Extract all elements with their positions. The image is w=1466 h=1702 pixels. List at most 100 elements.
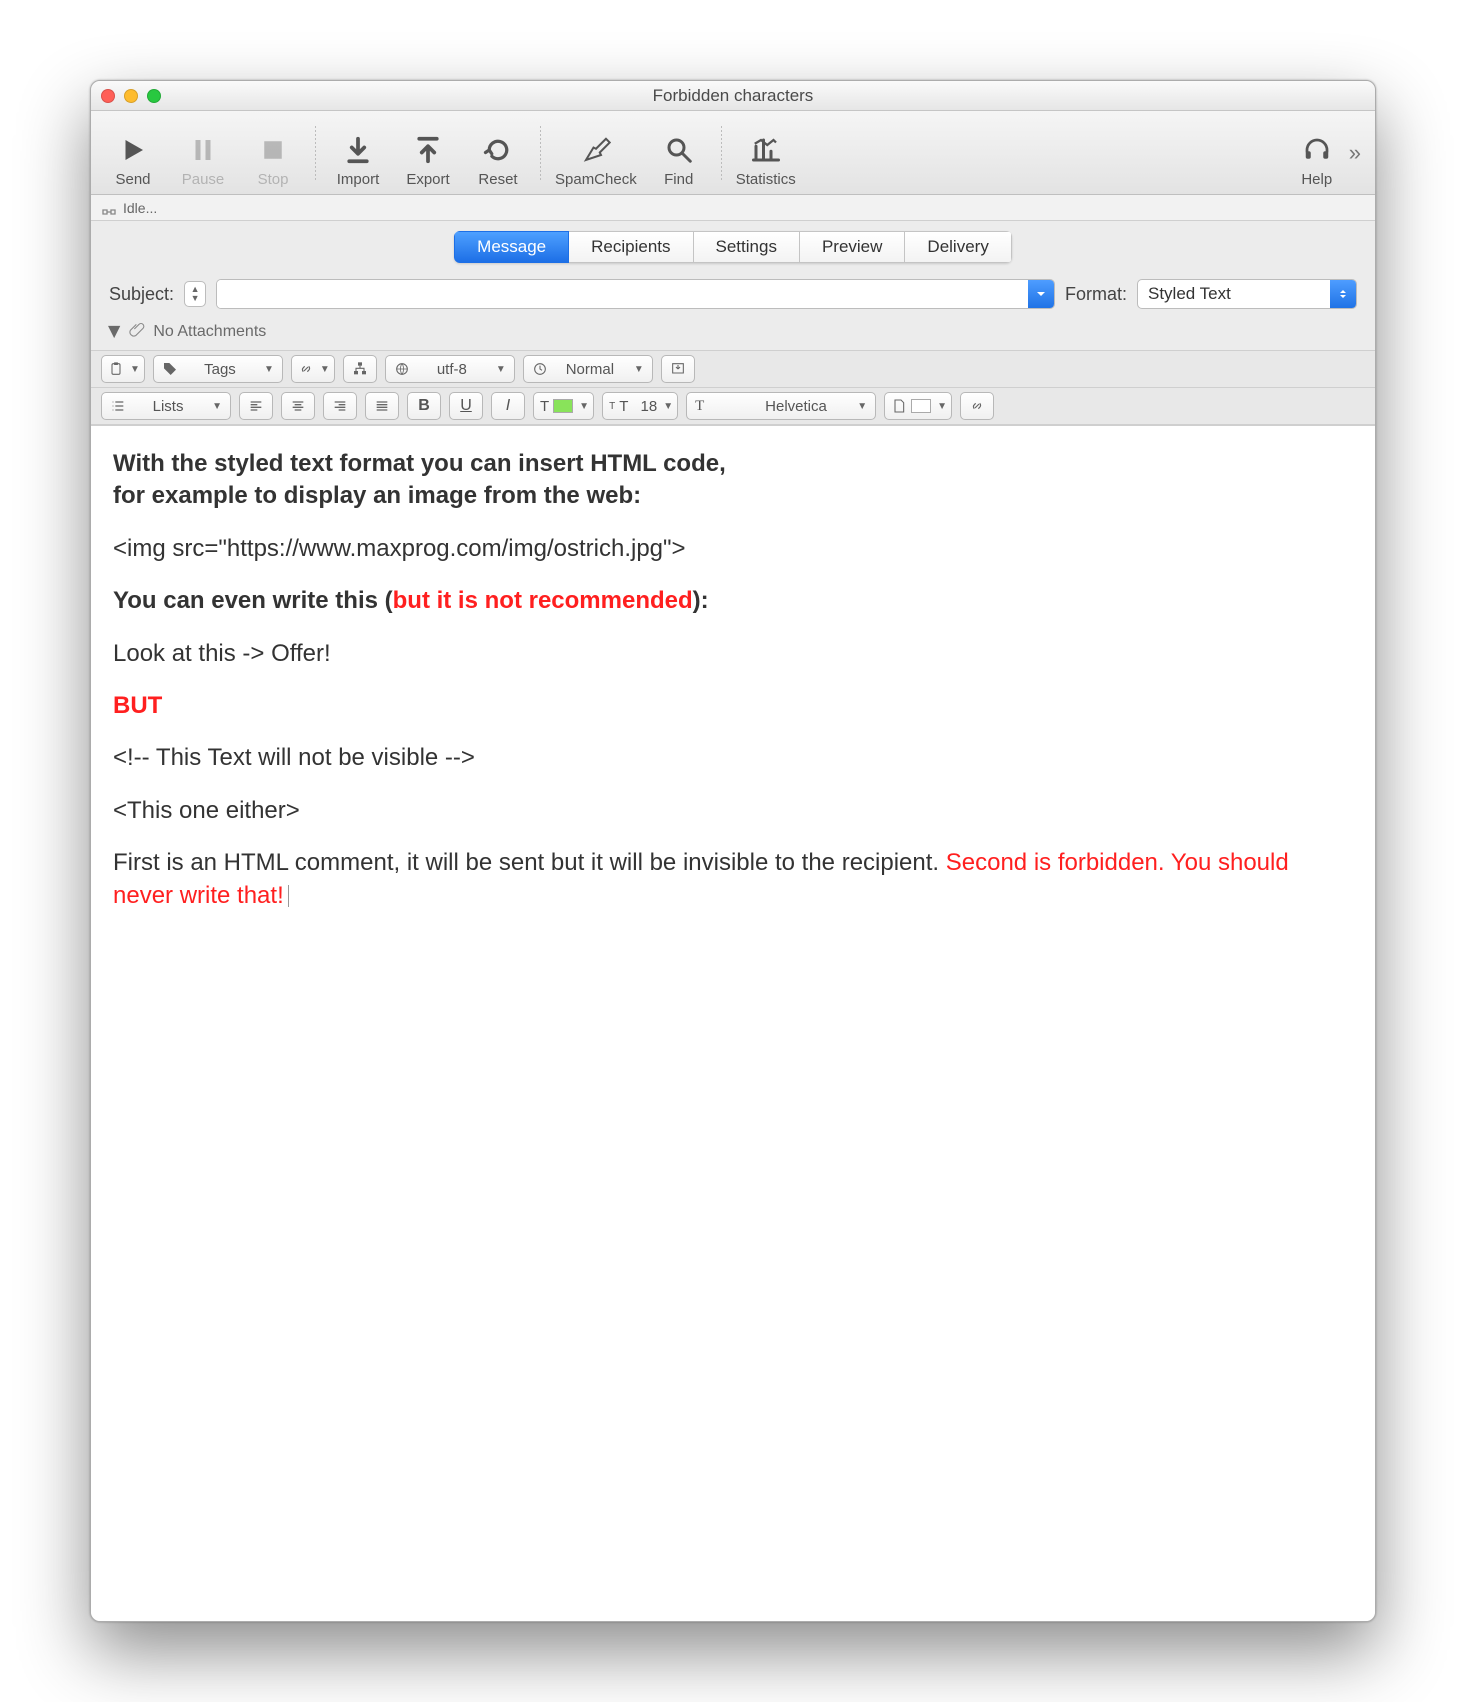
priority-select[interactable]: Normal▼	[523, 355, 653, 383]
spamcheck-button[interactable]: SpamCheck	[555, 133, 637, 188]
tab-preview[interactable]: Preview	[800, 231, 905, 263]
subject-stepper[interactable]: ▲▼	[184, 281, 206, 307]
align-center-button[interactable]	[281, 392, 315, 420]
color-swatch-green	[553, 399, 573, 413]
bold-button[interactable]: B	[407, 392, 441, 420]
window-title: Forbidden characters	[91, 86, 1375, 106]
reset-icon	[481, 133, 515, 167]
titlebar: Forbidden characters	[91, 81, 1375, 111]
align-left-button[interactable]	[239, 392, 273, 420]
priority-value: Normal	[566, 361, 614, 378]
spamcheck-label: SpamCheck	[555, 171, 637, 188]
body-line5: Look at this -> Offer!	[113, 640, 331, 667]
font-size-select[interactable]: TT 18▼	[602, 392, 678, 420]
pause-label: Pause	[182, 171, 225, 188]
subject-field[interactable]	[216, 279, 1055, 309]
tab-bar: Message Recipients Settings Preview Deli…	[91, 221, 1375, 275]
globe-icon	[394, 361, 410, 377]
reset-label: Reset	[478, 171, 517, 188]
chart-icon	[749, 133, 783, 167]
body-line4c: ):	[693, 587, 709, 614]
format-label: Format:	[1065, 284, 1127, 305]
body-line8: <This one either>	[113, 797, 300, 824]
attachments-text: No Attachments	[153, 323, 266, 341]
text-color-button[interactable]: T▼	[533, 392, 594, 420]
body-line2: for example to display an image from the…	[113, 482, 641, 509]
find-label: Find	[664, 171, 693, 188]
tab-message[interactable]: Message	[454, 231, 569, 263]
status-bar: Idle...	[91, 195, 1375, 221]
message-editor[interactable]: With the styled text format you can inse…	[91, 425, 1375, 1621]
subject-input[interactable]	[217, 280, 1028, 308]
main-toolbar: Send Pause Stop Import Export	[91, 111, 1375, 195]
import-button[interactable]: Import	[330, 133, 386, 188]
background-color-button[interactable]: ▼	[884, 392, 952, 420]
attachments-row[interactable]: ▶ No Attachments	[91, 317, 1375, 350]
disclosure-triangle-icon[interactable]: ▶	[105, 325, 125, 337]
body-line7: <!-- This Text will not be visible -->	[113, 744, 475, 771]
font-size-value: 18	[641, 398, 658, 415]
italic-button[interactable]: I	[491, 392, 525, 420]
font-select[interactable]: T Helvetica▼	[686, 392, 876, 420]
inbox-button[interactable]	[661, 355, 695, 383]
align-justify-button[interactable]	[365, 392, 399, 420]
chevron-updown-icon[interactable]	[1330, 280, 1356, 308]
clipboard-button[interactable]: ▼	[101, 355, 145, 383]
pause-icon	[186, 133, 220, 167]
underline-button[interactable]: U	[449, 392, 483, 420]
help-button[interactable]: Help	[1289, 133, 1345, 188]
format-value: Styled Text	[1138, 280, 1330, 308]
status-text: Idle...	[123, 200, 157, 216]
export-button[interactable]: Export	[400, 133, 456, 188]
body-line3: <img src="https://www.maxprog.com/img/os…	[113, 535, 686, 562]
link-button[interactable]: ▼	[291, 355, 335, 383]
subject-label: Subject:	[109, 284, 174, 305]
help-label: Help	[1301, 171, 1332, 188]
search-icon	[662, 133, 696, 167]
send-button[interactable]: Send	[105, 133, 161, 188]
list-icon	[110, 398, 126, 414]
hierarchy-button[interactable]	[343, 355, 377, 383]
body-line6: BUT	[113, 692, 162, 719]
chevron-down-icon[interactable]	[1028, 280, 1054, 308]
lists-value: Lists	[153, 398, 184, 415]
reset-button[interactable]: Reset	[470, 133, 526, 188]
subject-row: Subject: ▲▼ Format: Styled Text	[91, 275, 1375, 317]
encoding-select[interactable]: utf-8▼	[385, 355, 515, 383]
play-icon	[116, 133, 150, 167]
export-icon	[411, 133, 445, 167]
encoding-value: utf-8	[437, 361, 467, 378]
lists-select[interactable]: Lists▼	[101, 392, 231, 420]
body-line9a: First is an HTML comment, it will be sen…	[113, 849, 946, 876]
app-window: Forbidden characters Send Pause Stop Imp…	[90, 80, 1376, 1622]
pause-button: Pause	[175, 133, 231, 188]
find-button[interactable]: Find	[651, 133, 707, 188]
color-swatch-white	[911, 399, 931, 413]
format-select[interactable]: Styled Text	[1137, 279, 1357, 309]
clock-icon	[532, 361, 548, 377]
text-cursor	[288, 885, 289, 907]
statistics-label: Statistics	[736, 171, 796, 188]
tab-delivery[interactable]: Delivery	[905, 231, 1011, 263]
tab-settings[interactable]: Settings	[694, 231, 800, 263]
align-right-button[interactable]	[323, 392, 357, 420]
broom-icon	[579, 133, 613, 167]
body-line1: With the styled text format you can inse…	[113, 450, 726, 477]
font-value: Helvetica	[765, 398, 827, 415]
connection-icon	[101, 203, 117, 213]
toolbar-overflow-icon[interactable]: »	[1349, 140, 1361, 166]
export-label: Export	[406, 171, 449, 188]
statistics-button[interactable]: Statistics	[736, 133, 796, 188]
page-icon	[891, 398, 907, 414]
paperclip-icon	[129, 321, 145, 342]
tab-recipients[interactable]: Recipients	[569, 231, 693, 263]
import-icon	[341, 133, 375, 167]
insert-link-button[interactable]	[960, 392, 994, 420]
stop-icon	[256, 133, 290, 167]
formatting-bars: ▼ Tags▼ ▼ utf-8▼ Normal▼ Lists▼	[91, 350, 1375, 425]
import-label: Import	[337, 171, 380, 188]
stop-button: Stop	[245, 133, 301, 188]
send-label: Send	[115, 171, 150, 188]
tags-select[interactable]: Tags▼	[153, 355, 283, 383]
headset-icon	[1300, 133, 1334, 167]
